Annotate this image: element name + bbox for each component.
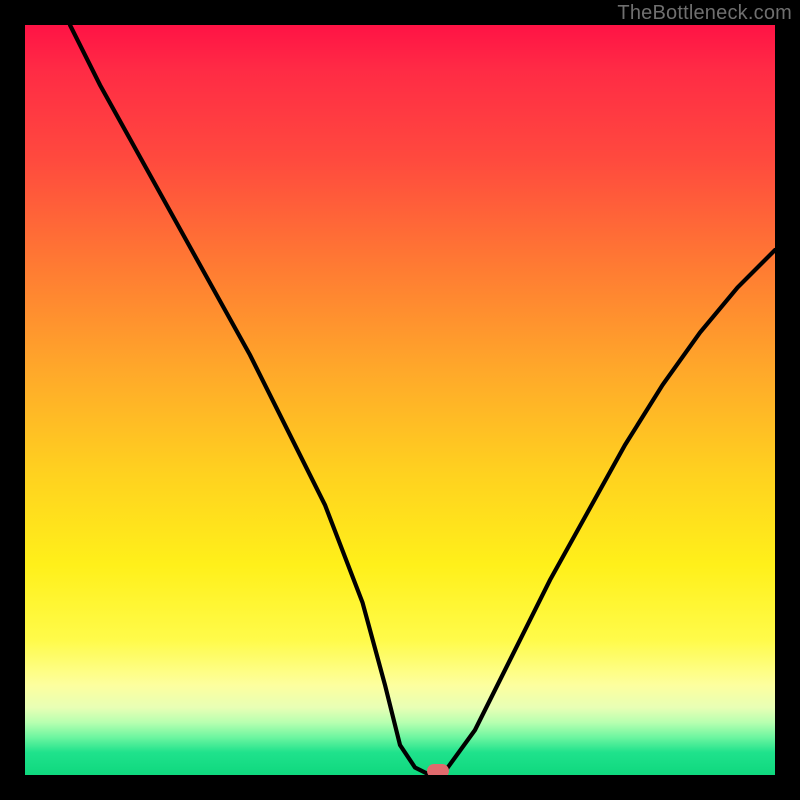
watermark-label: TheBottleneck.com bbox=[617, 2, 792, 25]
optimum-marker bbox=[427, 764, 449, 775]
plot-area bbox=[25, 25, 775, 775]
curve-svg bbox=[25, 25, 775, 775]
bottleneck-curve-path bbox=[70, 25, 775, 775]
chart-frame: TheBottleneck.com bbox=[0, 0, 800, 800]
